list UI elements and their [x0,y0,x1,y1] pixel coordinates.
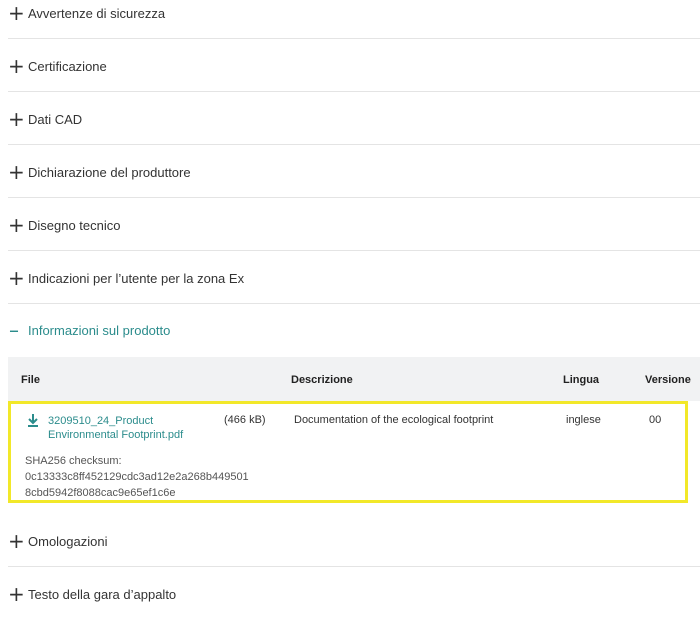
accordion-testo-gara-appalto[interactable]: + Testo della gara d’appalto [0,568,700,620]
accordion-avvertenze-di-sicurezza[interactable]: + Avvertenze di sicurezza [0,0,700,39]
file-version: 00 [649,414,662,426]
divider [8,250,700,251]
accordion-label: Avvertenze di sicurezza [28,5,166,21]
accordion-label: Indicazioni per l’utente per la zona Ex [28,270,245,286]
plus-icon: + [8,160,25,184]
divider [8,197,700,198]
divider [8,144,700,145]
plus-icon: + [8,266,25,290]
column-header-version: Versione [645,374,691,386]
accordion-label: Informazioni sul prodotto [28,322,171,338]
column-header-file: File [21,374,40,386]
accordion-indicazioni-zona-ex[interactable]: + Indicazioni per l’utente per la zona E… [0,252,700,304]
accordion-informazioni-sul-prodotto[interactable]: – Informazioni sul prodotto [0,304,700,356]
minus-icon: – [9,318,19,342]
file-description: Documentation of the ecological footprin… [294,414,494,426]
file-size: (466 kB) [224,414,266,426]
plus-icon: + [8,54,25,78]
checksum-label: SHA256 checksum: [25,455,122,467]
sha256-checksum: SHA256 checksum: 0c13333c8ff452129cdc3ad… [25,453,249,501]
plus-icon: + [8,213,25,237]
accordion-label: Testo della gara d’appalto [28,586,177,602]
file-name-line-2: Environmental Footprint.pdf [48,429,184,441]
plus-icon: + [8,529,25,553]
accordion-label: Omologazioni [28,533,108,549]
table-row: 3209510_24_Product Environmental Footpri… [8,401,688,503]
accordion-dichiarazione-del-produttore[interactable]: + Dichiarazione del produttore [0,146,700,198]
checksum-line-2: 8cbd5942f8088cac9e65ef1c6e [25,487,176,499]
table-header: File Descrizione Lingua Versione [8,357,700,401]
file-name-line-1: 3209510_24_Product [48,415,154,427]
accordion-label: Dichiarazione del produttore [28,164,191,180]
column-header-language: Lingua [563,374,600,386]
accordion-label: Disegno tecnico [28,217,121,233]
plus-icon: + [8,1,25,25]
accordion-omologazioni[interactable]: + Omologazioni [0,515,700,567]
divider [8,91,700,92]
plus-icon: + [8,107,25,131]
product-info-table: File Descrizione Lingua Versione 3209510… [8,357,700,503]
file-download-link[interactable]: 3209510_24_Product Environmental Footpri… [48,414,198,442]
accordion-label: Certificazione [28,58,107,74]
plus-icon: + [8,582,25,606]
download-icon[interactable] [25,412,41,428]
accordion-label: Dati CAD [28,111,83,127]
accordion-dati-cad[interactable]: + Dati CAD [0,93,700,145]
file-language: inglese [566,414,601,426]
checksum-line-1: 0c13333c8ff452129cdc3ad12e2a268b449501 [25,471,249,483]
accordion-certificazione[interactable]: + Certificazione [0,40,700,92]
divider [8,566,700,567]
column-header-description: Descrizione [291,374,353,386]
divider [8,38,700,39]
accordion-disegno-tecnico[interactable]: + Disegno tecnico [0,199,700,251]
